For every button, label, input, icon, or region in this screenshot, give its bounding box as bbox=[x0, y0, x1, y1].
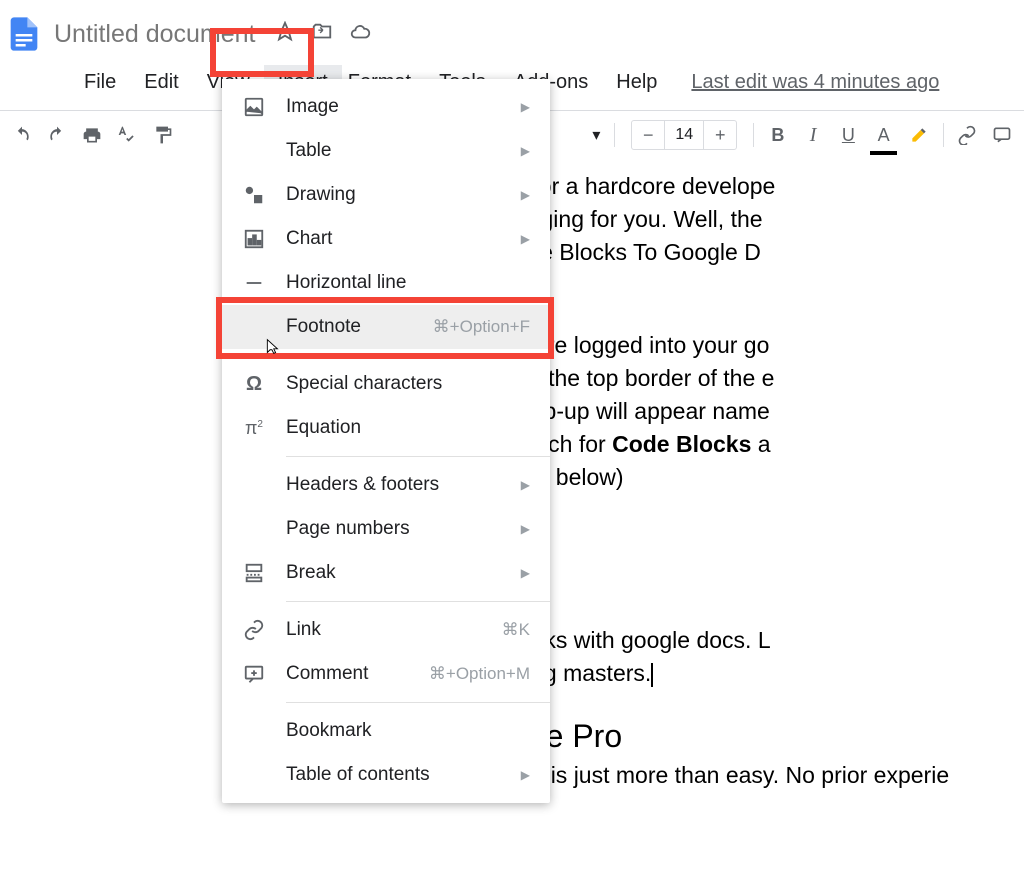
redo-button[interactable] bbox=[41, 117, 72, 153]
insert-dropdown: Image ▶ Table ▶ Drawing ▶ Chart ▶ Horizontal lin… bbox=[222, 79, 550, 803]
dropdown-item-label: Page numbers bbox=[286, 518, 513, 540]
dropdown-item-chart[interactable]: Chart ▶ bbox=[222, 217, 550, 261]
dropdown-item-label: Special characters bbox=[286, 373, 530, 395]
undo-button[interactable] bbox=[6, 117, 37, 153]
dropdown-item-break[interactable]: Break ▶ bbox=[222, 551, 550, 595]
cursor-pointer-icon bbox=[260, 335, 282, 364]
menu-help[interactable]: Help bbox=[602, 65, 671, 100]
insert-link-button[interactable] bbox=[951, 117, 982, 153]
dropdown-item-label: Link bbox=[286, 619, 502, 641]
dropdown-item-label: Horizontal line bbox=[286, 272, 530, 294]
submenu-arrow-icon: ▶ bbox=[521, 232, 530, 246]
break-icon bbox=[242, 561, 266, 585]
text-color-button[interactable]: A bbox=[868, 117, 899, 153]
dropdown-separator bbox=[286, 702, 550, 703]
dropdown-item-page-numbers[interactable]: Page numbers ▶ bbox=[222, 507, 550, 551]
submenu-arrow-icon: ▶ bbox=[521, 522, 530, 536]
dropdown-item-label: Table bbox=[286, 140, 513, 162]
dropdown-separator bbox=[286, 355, 550, 356]
dropdown-item-label: Drawing bbox=[286, 184, 513, 206]
insert-comment-button[interactable] bbox=[987, 117, 1018, 153]
dropdown-item-label: Bookmark bbox=[286, 720, 530, 742]
move-icon[interactable] bbox=[310, 21, 334, 48]
submenu-arrow-icon: ▶ bbox=[521, 566, 530, 580]
document-title[interactable]: Untitled document bbox=[48, 20, 262, 49]
dropdown-item-table-of-contents[interactable]: Table of contents ▶ bbox=[222, 753, 550, 797]
menu-file[interactable]: File bbox=[70, 65, 130, 100]
dropdown-item-table[interactable]: Table ▶ bbox=[222, 129, 550, 173]
drawing-icon bbox=[242, 183, 266, 207]
title-bar: Untitled document bbox=[0, 0, 1024, 62]
print-button[interactable] bbox=[77, 117, 108, 153]
spellcheck-button[interactable] bbox=[112, 117, 143, 153]
pi-icon: π2 bbox=[242, 416, 266, 440]
dropdown-item-link[interactable]: Link⌘K bbox=[222, 608, 550, 652]
dropdown-item-label: Equation bbox=[286, 417, 530, 439]
image-icon bbox=[242, 95, 266, 119]
dropdown-shortcut: ⌘K bbox=[502, 620, 530, 640]
text-cursor bbox=[651, 663, 653, 687]
chart-icon bbox=[242, 227, 266, 251]
dropdown-item-label: Headers & footers bbox=[286, 474, 513, 496]
cloud-icon[interactable] bbox=[348, 21, 372, 48]
submenu-arrow-icon: ▶ bbox=[521, 188, 530, 202]
dropdown-item-horizontal-line[interactable]: Horizontal line bbox=[222, 261, 550, 305]
blank-icon bbox=[242, 139, 266, 163]
highlight-button[interactable] bbox=[903, 117, 934, 153]
submenu-arrow-icon: ▶ bbox=[521, 100, 530, 114]
star-icon[interactable] bbox=[274, 21, 296, 48]
blank-icon bbox=[242, 473, 266, 497]
dropdown-item-special-characters[interactable]: Ω Special characters bbox=[222, 362, 550, 406]
submenu-arrow-icon: ▶ bbox=[521, 478, 530, 492]
font-size-value[interactable]: 14 bbox=[664, 121, 704, 149]
blank-icon bbox=[242, 517, 266, 541]
font-size-control: − 14 + bbox=[631, 120, 737, 150]
submenu-arrow-icon: ▶ bbox=[521, 768, 530, 782]
link-icon bbox=[242, 618, 266, 642]
dropdown-item-label: Chart bbox=[286, 228, 513, 250]
dropdown-item-label: Image bbox=[286, 96, 513, 118]
submenu-arrow-icon: ▶ bbox=[521, 144, 530, 158]
dropdown-shortcut: ⌘+Option+F bbox=[433, 317, 530, 337]
dropdown-item-drawing[interactable]: Drawing ▶ bbox=[222, 173, 550, 217]
dropdown-separator bbox=[286, 456, 550, 457]
comment-icon bbox=[242, 662, 266, 686]
dropdown-item-label: Footnote bbox=[286, 316, 433, 338]
blank-icon bbox=[242, 719, 266, 743]
italic-button[interactable]: I bbox=[797, 117, 828, 153]
dropdown-item-bookmark[interactable]: Bookmark bbox=[222, 709, 550, 753]
dropdown-item-equation[interactable]: π2 Equation bbox=[222, 406, 550, 450]
last-edit-link[interactable]: Last edit was 4 minutes ago bbox=[691, 71, 939, 94]
dropdown-item-comment[interactable]: Comment⌘+Option+M bbox=[222, 652, 550, 696]
font-size-decrease[interactable]: − bbox=[632, 125, 664, 146]
zoom-dropdown[interactable]: ▾ bbox=[586, 125, 606, 145]
dropdown-item-label: Break bbox=[286, 562, 513, 584]
underline-button[interactable]: U bbox=[833, 117, 864, 153]
docs-logo-icon[interactable] bbox=[0, 6, 48, 62]
paint-format-button[interactable] bbox=[147, 117, 178, 153]
menu-edit[interactable]: Edit bbox=[130, 65, 192, 100]
dropdown-item-headers-footers[interactable]: Headers & footers ▶ bbox=[222, 463, 550, 507]
hline-icon bbox=[242, 271, 266, 295]
dropdown-item-label: Table of contents bbox=[286, 764, 513, 786]
dropdown-shortcut: ⌘+Option+M bbox=[429, 664, 530, 684]
bold-button[interactable]: B bbox=[762, 117, 793, 153]
dropdown-item-image[interactable]: Image ▶ bbox=[222, 85, 550, 129]
dropdown-separator bbox=[286, 601, 550, 602]
blank-icon bbox=[242, 763, 266, 787]
font-size-increase[interactable]: + bbox=[704, 125, 736, 146]
dropdown-item-label: Comment bbox=[286, 663, 429, 685]
omega-icon: Ω bbox=[242, 372, 266, 396]
